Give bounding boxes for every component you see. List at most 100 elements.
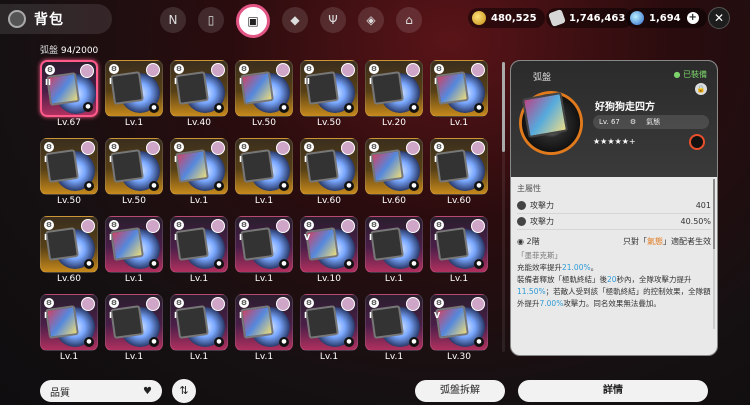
disc-rank: I <box>434 155 437 164</box>
disc-card[interactable]: ⚙ I ● Lv.50 <box>105 138 163 211</box>
disc-sleeve-art <box>110 149 144 183</box>
tab-cube-icon[interactable]: ◈ <box>358 7 384 33</box>
tab-phone-icon[interactable]: ▯ <box>198 7 224 33</box>
disc-level: Lv.1 <box>59 352 79 362</box>
gold-amount: 480,525 <box>491 12 537 24</box>
disc-card[interactable]: ⚙ V ● Lv.30 <box>430 294 488 367</box>
disc-card[interactable]: ⚙ I ● Lv.1 <box>300 294 358 367</box>
settings-gear-icon: ⚙ <box>239 64 249 74</box>
tab-box-icon[interactable]: ◆ <box>282 7 308 33</box>
disc-level: Lv.50 <box>57 196 81 206</box>
skill-level-text: 2階 <box>526 237 540 246</box>
disc-card[interactable]: ⚙ I ● Lv.50 <box>40 138 98 211</box>
skill-note-suffix: 」適配者生效 <box>663 237 711 246</box>
settings-gear-icon: ⚙ <box>174 64 184 74</box>
disc-card[interactable]: ⚙ I ● Lv.60 <box>40 216 98 289</box>
stat-value: 40.50% <box>680 217 711 226</box>
disc-rank: I <box>109 155 112 164</box>
disc-card[interactable]: ⚙ I ● Lv.1 <box>105 60 163 133</box>
equipped-badge: ● 已裝備 <box>673 70 707 79</box>
detail-scroll-thumb[interactable] <box>713 179 715 249</box>
character-avatar <box>341 219 355 233</box>
disc-card[interactable]: ⚙ I ● Lv.1 <box>40 294 98 367</box>
lock-icon: ● <box>344 181 354 191</box>
disc-sleeve-art <box>370 227 404 261</box>
disc-level: Lv.1 <box>124 118 144 128</box>
settings-gear-icon: ⚙ <box>304 142 314 152</box>
disc-card[interactable]: ⚙ I ● Lv.60 <box>365 138 423 211</box>
disc-sleeve-art <box>110 227 144 261</box>
detail-scrollbar[interactable] <box>713 179 715 329</box>
character-avatar <box>81 219 95 233</box>
disc-card[interactable]: ⚙ I ● Lv.1 <box>170 216 228 289</box>
disc-card[interactable]: ⚙ I ● Lv.1 <box>170 138 228 211</box>
ticket-icon <box>548 9 566 27</box>
tab-food-icon[interactable]: Ψ <box>320 7 346 33</box>
disc-card[interactable]: ⚙ I ● Lv.1 <box>235 216 293 289</box>
grid-scrollbar[interactable] <box>502 62 505 352</box>
inventory-label: 弧盤 <box>40 46 59 56</box>
tab-n-icon[interactable]: N <box>160 7 186 33</box>
back-title-button[interactable]: 背包 <box>0 4 112 34</box>
disc-sleeve-art <box>240 227 274 261</box>
disc-card[interactable]: ⚙ I ● Lv.1 <box>235 294 293 367</box>
disc-card-frame: ⚙ I ● <box>170 294 228 351</box>
disc-level-line: Lv. 67 ⚙ 氣態 <box>593 115 709 129</box>
disc-sleeve-art <box>521 91 569 139</box>
disc-card[interactable]: ⚙ I ● Lv.60 <box>300 138 358 211</box>
desc-text: 。 <box>590 263 599 272</box>
disc-rank: I <box>369 311 372 320</box>
disc-level: Lv.30 <box>447 352 471 362</box>
disc-card-frame: ⚙ I ● <box>40 138 98 195</box>
element-fire-icon <box>689 134 705 150</box>
disc-sleeve-art <box>240 305 274 339</box>
disc-card[interactable]: ⚙ I ● Lv.1 <box>170 294 228 367</box>
disc-card[interactable]: ⚙ I ● Lv.1 <box>365 216 423 289</box>
lock-icon: ● <box>84 181 94 191</box>
sort-order-toggle-icon[interactable]: ⇅ <box>172 379 196 403</box>
lock-icon[interactable]: 🔒 <box>695 83 707 95</box>
grid-scroll-thumb[interactable] <box>502 62 505 152</box>
attack-icon <box>517 201 526 210</box>
details-button[interactable]: 詳情 <box>518 380 708 402</box>
add-gem-button[interactable]: + <box>686 12 699 24</box>
dismantle-button[interactable]: 弧盤拆解 <box>415 380 505 402</box>
top-bar: 背包 N ▯ ▣ ◆ Ψ ◈ ⌂ 480,525 1,746,463 1,694… <box>0 0 750 40</box>
disc-card-frame: ⚙ V ● <box>300 216 358 273</box>
disc-level: Lv.60 <box>317 196 341 206</box>
settings-gear-icon: ⚙ <box>434 64 444 74</box>
lock-icon: ● <box>279 259 289 269</box>
disc-sleeve-art <box>370 305 404 339</box>
disc-level: Lv.60 <box>382 196 406 206</box>
disc-card[interactable]: ⚙ I ● Lv.60 <box>430 138 488 211</box>
disc-card[interactable]: ⚙ I ● Lv.1 <box>105 294 163 367</box>
disc-card[interactable]: ⚙ V ● Lv.10 <box>300 216 358 289</box>
backpack-icon <box>8 10 26 28</box>
quality-sort-dropdown[interactable]: 品質 ♥ <box>40 380 162 402</box>
character-avatar <box>81 297 95 311</box>
tab-disc-icon[interactable]: ▣ <box>236 4 270 38</box>
disc-card-frame: ⚙ I ● <box>170 138 228 195</box>
disc-card[interactable]: ⚙ II ● Lv.67 <box>40 60 98 133</box>
disc-sleeve-art <box>175 305 209 339</box>
disc-card[interactable]: ⚙ II ● Lv.50 <box>300 60 358 133</box>
disc-card[interactable]: ⚙ I ● Lv.1 <box>235 138 293 211</box>
tab-home-icon[interactable]: ⌂ <box>396 7 422 33</box>
disc-card[interactable]: ⚙ I ● Lv.1 <box>430 60 488 133</box>
currency-gold: 480,525 <box>468 8 545 28</box>
close-button[interactable]: ✕ <box>708 7 730 29</box>
lock-icon: ● <box>83 102 93 112</box>
disc-card[interactable]: ⚙ I ● Lv.1 <box>105 216 163 289</box>
lock-icon: ● <box>214 259 224 269</box>
disc-card[interactable]: ⚙ I ● Lv.50 <box>235 60 293 133</box>
disc-level: Lv.1 <box>124 274 144 284</box>
disc-card[interactable]: ⚙ I ● Lv.40 <box>170 60 228 133</box>
disc-rank: I <box>434 233 437 242</box>
disc-card[interactable]: ⚙ I ● Lv.20 <box>365 60 423 133</box>
disc-level: Lv. 67 <box>599 118 620 126</box>
disc-card[interactable]: ⚙ I ● Lv.1 <box>365 294 423 367</box>
currency-gem: 1,694 + <box>626 8 707 28</box>
disc-level: Lv.60 <box>57 274 81 284</box>
settings-gear-icon: ⚙ <box>369 64 379 74</box>
disc-card[interactable]: ⚙ I ● Lv.1 <box>430 216 488 289</box>
